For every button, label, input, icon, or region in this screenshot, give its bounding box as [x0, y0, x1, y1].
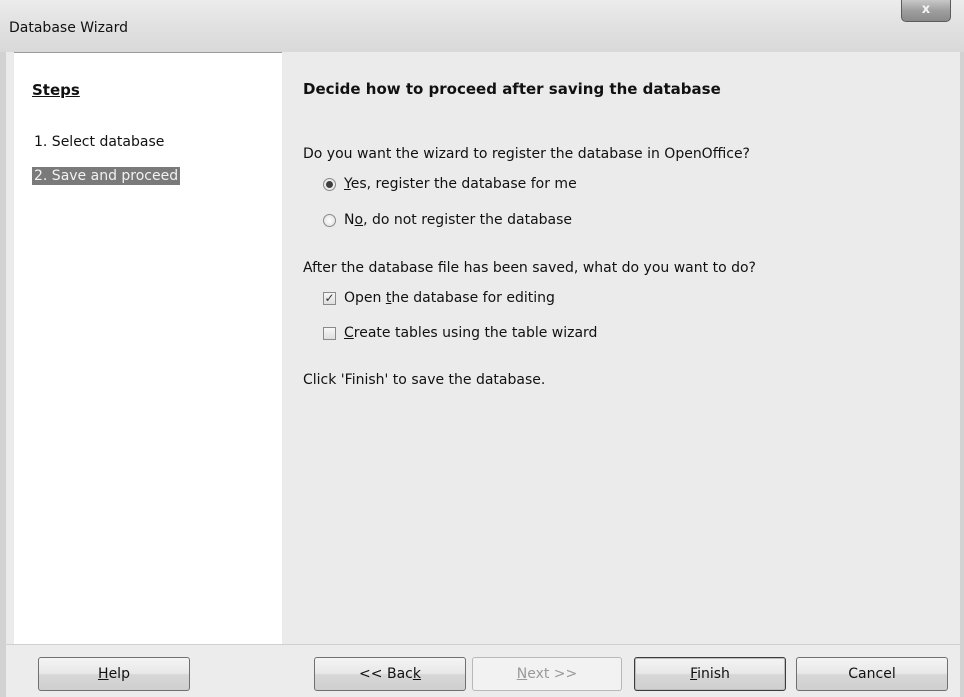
button-bar: Help << Back Next >> Finish Cancel	[6, 644, 960, 697]
close-button[interactable]: x	[901, 0, 951, 22]
back-button[interactable]: << Back	[314, 657, 466, 691]
register-no-label: No, do not register the database	[344, 212, 573, 228]
open-for-editing-label: Open the database for editing	[344, 290, 555, 306]
next-button[interactable]: Next >>	[472, 657, 622, 691]
register-yes-label: Yes, register the database for me	[344, 176, 577, 192]
step-item-save-and-proceed[interactable]: 2. Save and proceed	[32, 167, 181, 185]
main-panel: Decide how to proceed after saving the d…	[296, 52, 956, 644]
page-title: Decide how to proceed after saving the d…	[303, 80, 721, 98]
database-wizard-window: Database Wizard x Steps 1. Select databa…	[0, 0, 964, 697]
register-yes-radio[interactable]: Yes, register the database for me	[323, 176, 577, 192]
finish-button[interactable]: Finish	[634, 657, 786, 691]
open-for-editing-checkbox[interactable]: ✓ Open the database for editing	[323, 290, 555, 306]
finish-note: Click 'Finish' to save the database.	[303, 372, 546, 388]
radio-checked-icon[interactable]	[323, 177, 336, 191]
window-title: Database Wizard	[9, 20, 128, 36]
after-save-question: After the database file has been saved, …	[303, 260, 756, 276]
help-button[interactable]: Help	[38, 657, 190, 691]
steps-heading: Steps	[32, 81, 80, 99]
close-icon: x	[921, 2, 931, 17]
cancel-button[interactable]: Cancel	[796, 657, 948, 691]
create-tables-checkbox[interactable]: Create tables using the table wizard	[323, 325, 597, 341]
register-question: Do you want the wizard to register the d…	[303, 146, 750, 162]
register-no-radio[interactable]: No, do not register the database	[323, 212, 572, 228]
steps-pane: Steps 1. Select database 2. Save and pro…	[14, 52, 282, 644]
title-bar[interactable]: Database Wizard x	[0, 0, 964, 52]
checkmark-icon[interactable]: ✓	[323, 291, 336, 305]
unchecked-box-icon[interactable]	[323, 326, 336, 340]
radio-unchecked-icon[interactable]	[323, 213, 336, 227]
step-item-select-database[interactable]: 1. Select database	[32, 133, 166, 151]
create-tables-label: Create tables using the table wizard	[344, 325, 598, 341]
wizard-body: Steps 1. Select database 2. Save and pro…	[6, 52, 960, 644]
